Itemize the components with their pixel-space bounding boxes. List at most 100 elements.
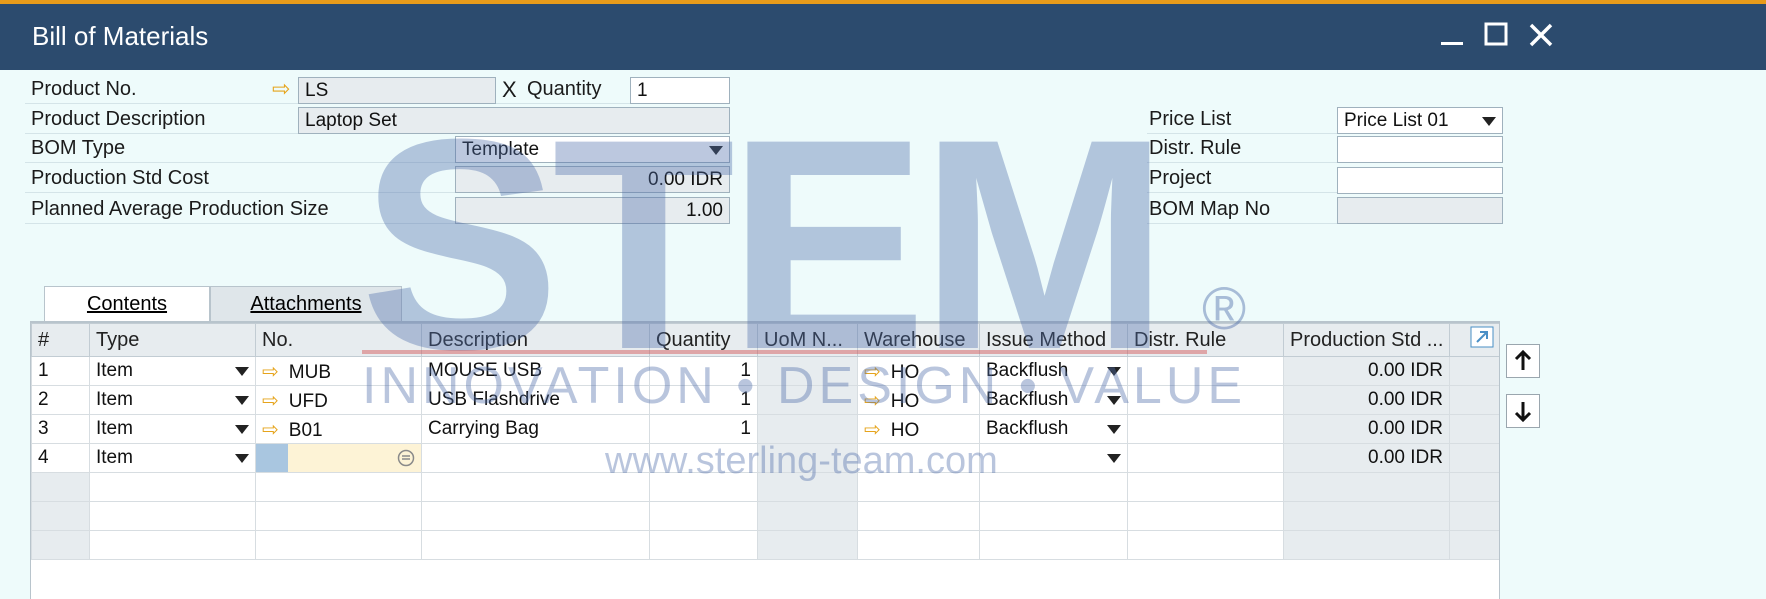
- quantity-label: Quantity: [527, 78, 602, 100]
- col-header-num[interactable]: #: [31, 323, 90, 357]
- row-distr-rule[interactable]: [1127, 414, 1284, 444]
- col-header-no[interactable]: No.: [255, 323, 422, 357]
- row-num: 2: [31, 385, 90, 415]
- project-label: Project: [1149, 167, 1212, 189]
- row-warehouse[interactable]: ⇨ HO: [857, 385, 980, 415]
- chevron-down-icon: [235, 454, 249, 463]
- move-down-button[interactable]: [1506, 394, 1540, 428]
- tab-contents[interactable]: Contents: [44, 286, 210, 324]
- link-arrow-icon[interactable]: ⇨: [864, 390, 881, 412]
- x-label: X: [502, 77, 517, 102]
- row-prod-std-cost: 0.00 IDR: [1283, 414, 1450, 444]
- contents-table: # Type No. Description Quantity UoM N...…: [30, 322, 1500, 599]
- row-distr-rule[interactable]: [1127, 385, 1284, 415]
- row-type[interactable]: Item: [89, 414, 256, 444]
- table-row[interactable]: 3 Item ⇨ B01 Carrying Bag 1 ⇨ HO Backflush…: [31, 414, 1499, 444]
- product-no-label: Product No.: [31, 78, 137, 100]
- window-title: Bill of Materials: [32, 21, 209, 51]
- row-num: 3: [31, 414, 90, 444]
- link-arrow-icon[interactable]: ⇨: [262, 419, 279, 441]
- form-area: Product No. ⇨ LS X Quantity 1 Product De…: [0, 70, 1766, 599]
- row-issue-method[interactable]: Backflush: [979, 385, 1128, 415]
- row-warehouse[interactable]: ⇨ HO: [857, 356, 980, 386]
- row-num: 4: [31, 443, 90, 473]
- row-warehouse[interactable]: ⇨ HO: [857, 414, 980, 444]
- row-issue-method[interactable]: Backflush: [979, 414, 1128, 444]
- planned-avg-field[interactable]: 1.00: [455, 197, 730, 224]
- row-distr-rule[interactable]: [1127, 356, 1284, 386]
- row-type[interactable]: Item: [89, 443, 256, 473]
- price-list-label: Price List: [1149, 108, 1232, 130]
- row-description[interactable]: USB Flashdrive: [421, 385, 650, 415]
- row-item-no[interactable]: ⇨ UFD: [255, 385, 422, 415]
- chevron-down-icon: [1107, 425, 1121, 434]
- row-distr-rule[interactable]: [1127, 443, 1284, 473]
- col-header-type[interactable]: Type: [89, 323, 256, 357]
- expand-table-icon[interactable]: [1449, 323, 1499, 357]
- row-warehouse[interactable]: [857, 443, 980, 473]
- link-arrow-icon[interactable]: ⇨: [864, 419, 881, 441]
- row-item-no[interactable]: ⇨ MUB: [255, 356, 422, 386]
- bom-type-select[interactable]: Template: [455, 136, 730, 163]
- row-quantity[interactable]: 1: [649, 356, 758, 386]
- row-uom: [757, 356, 858, 386]
- table-row-empty: [31, 501, 1499, 531]
- chevron-down-icon: [709, 146, 723, 155]
- row-quantity[interactable]: [649, 443, 758, 473]
- col-header-description[interactable]: Description: [421, 323, 650, 357]
- col-header-issue-method[interactable]: Issue Method: [979, 323, 1128, 357]
- bom-map-field: [1337, 197, 1503, 224]
- quantity-field[interactable]: 1: [630, 77, 730, 104]
- chevron-down-icon: [235, 396, 249, 405]
- product-no-field[interactable]: LS: [298, 77, 496, 104]
- row-quantity[interactable]: 1: [649, 414, 758, 444]
- table-row-empty: [31, 472, 1499, 502]
- list-icon[interactable]: [397, 449, 415, 472]
- chevron-down-icon: [1107, 367, 1121, 376]
- table-row[interactable]: 1 Item ⇨ MUB MOUSE USB 1 ⇨ HO Backflush 0.…: [31, 356, 1499, 386]
- tab-attachments[interactable]: Attachments: [210, 286, 402, 322]
- chevron-down-icon: [1107, 396, 1121, 405]
- chevron-down-icon: [1482, 117, 1496, 126]
- row-item-no[interactable]: ⇨ B01: [255, 414, 422, 444]
- row-num: 1: [31, 356, 90, 386]
- row-issue-method[interactable]: Backflush: [979, 356, 1128, 386]
- row-quantity[interactable]: 1: [649, 385, 758, 415]
- row-prod-std-cost: 0.00 IDR: [1283, 385, 1450, 415]
- chevron-down-icon: [235, 425, 249, 434]
- product-desc-field[interactable]: Laptop Set: [298, 107, 730, 134]
- row-item-no-input[interactable]: [255, 443, 422, 473]
- table-row[interactable]: 4 Item 0.00 IDR: [31, 443, 1499, 473]
- link-arrow-icon[interactable]: ⇨: [262, 390, 279, 412]
- col-header-warehouse[interactable]: Warehouse: [857, 323, 980, 357]
- project-field[interactable]: [1337, 167, 1503, 194]
- active-cell-marker: [256, 444, 288, 472]
- prod-std-cost-label: Production Std Cost: [31, 167, 209, 189]
- maximize-icon[interactable]: [1480, 18, 1514, 52]
- col-header-uom[interactable]: UoM N...: [757, 323, 858, 357]
- close-icon[interactable]: [1524, 18, 1558, 52]
- row-issue-method[interactable]: [979, 443, 1128, 473]
- distr-rule-field[interactable]: [1337, 136, 1503, 163]
- row-type[interactable]: Item: [89, 356, 256, 386]
- move-up-button[interactable]: [1506, 344, 1540, 378]
- link-arrow-icon[interactable]: ⇨: [272, 76, 290, 102]
- price-list-value: Price List 01: [1344, 110, 1449, 131]
- link-arrow-icon[interactable]: ⇨: [864, 361, 881, 383]
- row-prod-std-cost: 0.00 IDR: [1283, 356, 1450, 386]
- col-header-quantity[interactable]: Quantity: [649, 323, 758, 357]
- col-header-prod-std-cost[interactable]: Production Std ...: [1283, 323, 1450, 357]
- link-arrow-icon[interactable]: ⇨: [262, 361, 279, 383]
- bom-type-value: Template: [462, 139, 540, 160]
- row-description[interactable]: [421, 443, 650, 473]
- price-list-select[interactable]: Price List 01: [1337, 107, 1503, 134]
- row-type[interactable]: Item: [89, 385, 256, 415]
- table-row[interactable]: 2 Item ⇨ UFD USB Flashdrive 1 ⇨ HO Backflu…: [31, 385, 1499, 415]
- col-header-distr-rule[interactable]: Distr. Rule: [1127, 323, 1284, 357]
- bom-type-label: BOM Type: [31, 137, 126, 159]
- minimize-icon[interactable]: [1436, 18, 1470, 52]
- row-description[interactable]: Carrying Bag: [421, 414, 650, 444]
- title-bar: Bill of Materials: [0, 4, 1766, 70]
- row-description[interactable]: MOUSE USB: [421, 356, 650, 386]
- row-uom: [757, 414, 858, 444]
